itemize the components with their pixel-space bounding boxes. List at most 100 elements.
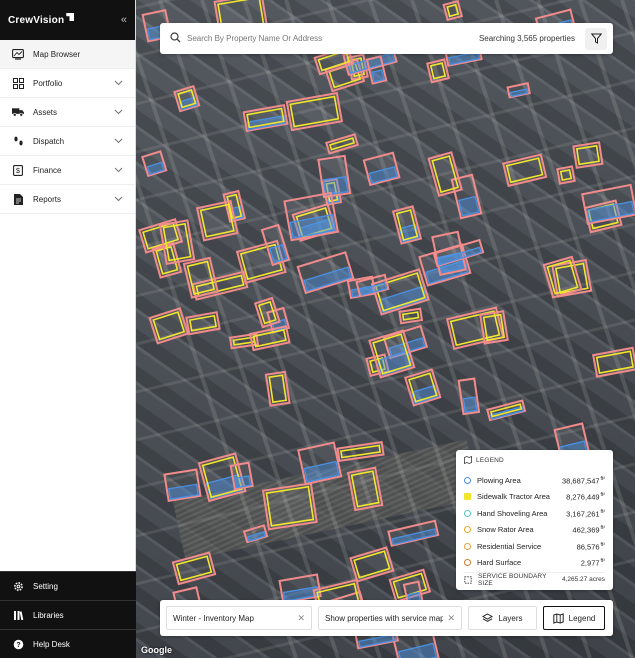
gear-icon <box>12 580 24 592</box>
sidebar: CrewVision « Map Browser Portfolio Asset… <box>0 0 136 658</box>
legend-swatch <box>464 493 471 501</box>
property-parcel[interactable] <box>163 468 202 503</box>
chevron-down-icon[interactable] <box>113 165 123 175</box>
svg-text:?: ? <box>16 642 20 649</box>
search-icon <box>170 32 181 45</box>
property-parcel[interactable] <box>242 524 269 544</box>
legend-item-value: 2,977ft² <box>580 558 605 568</box>
filter-icon <box>590 33 602 44</box>
property-parcel[interactable] <box>479 310 509 345</box>
search-input[interactable] <box>187 34 479 43</box>
property-parcel[interactable] <box>242 103 289 133</box>
sidebar-item-map-browser[interactable]: Map Browser <box>0 40 135 69</box>
property-parcel[interactable] <box>580 183 635 225</box>
legend-button[interactable]: Legend <box>543 606 605 630</box>
property-parcel[interactable] <box>391 205 423 245</box>
sidebar-item-portfolio[interactable]: Portfolio <box>0 69 135 98</box>
legend-title: LEGEND <box>476 456 504 464</box>
sidebar-bottom-nav: Setting Libraries ? Help Desk <box>0 571 136 658</box>
sidebar-item-dispatch[interactable]: Dispatch <box>0 127 135 156</box>
property-parcel[interactable] <box>398 307 424 325</box>
property-parcel[interactable] <box>253 296 281 329</box>
sidebar-item-help-desk[interactable]: ? Help Desk <box>0 629 136 658</box>
sidebar-item-libraries[interactable]: Libraries <box>0 600 136 629</box>
legend-footer-value: 4,265.27 acres <box>561 576 605 583</box>
property-parcel[interactable] <box>173 85 201 113</box>
legend-item: Sidewalk Tractor Area 8,276,449ft² <box>464 489 605 506</box>
legend-header: LEGEND <box>464 456 605 464</box>
boundary-icon <box>464 575 472 584</box>
service-filter-value: Show properties with service map <box>325 613 444 623</box>
property-parcel[interactable] <box>229 461 254 491</box>
property-parcel[interactable] <box>592 346 635 378</box>
legend-item: Residential Service 86,576ft² <box>464 538 605 555</box>
property-parcel[interactable] <box>248 325 291 352</box>
property-parcel[interactable] <box>349 546 395 583</box>
map-browser-icon <box>12 48 24 60</box>
property-parcel[interactable] <box>317 154 352 199</box>
property-parcel[interactable] <box>362 151 401 187</box>
clear-filter-icon[interactable]: ✕ <box>447 613 455 624</box>
property-parcel[interactable] <box>264 370 291 407</box>
chevron-down-icon[interactable] <box>113 107 123 117</box>
chevron-down-icon[interactable] <box>113 194 123 204</box>
property-parcel[interactable] <box>296 251 355 295</box>
sidebar-item-finance[interactable]: $ Finance <box>0 156 135 185</box>
clear-map-icon[interactable]: ✕ <box>297 613 305 624</box>
collapse-sidebar-icon[interactable]: « <box>121 14 127 26</box>
legend-item-value: 38,687,547ft² <box>562 475 605 486</box>
legend-item-value: 3,167,261ft² <box>566 508 605 519</box>
legend-item-label: Hard Surface <box>477 558 522 568</box>
legend-list: Plowing Area 38,687,547ft² Sidewalk Tracto… <box>464 472 605 571</box>
report-icon <box>12 193 24 205</box>
sidebar-item-assets[interactable]: Assets <box>0 98 135 127</box>
sidebar-item-setting[interactable]: Setting <box>0 571 136 600</box>
property-parcel[interactable] <box>442 0 464 22</box>
legend-item-value: 86,576ft² <box>576 541 605 552</box>
property-parcel[interactable] <box>556 165 576 185</box>
layers-button[interactable]: Layers <box>468 606 537 630</box>
sidebar-item-label: Setting <box>33 581 58 591</box>
property-parcel[interactable] <box>426 58 450 84</box>
property-parcel[interactable] <box>182 256 219 299</box>
legend-footer-label: SERVICE BOUNDARY SIZE <box>478 572 547 587</box>
legend-swatch <box>464 476 471 484</box>
map-select-value: Winter - Inventory Map <box>173 613 254 623</box>
property-parcel[interactable] <box>148 307 190 345</box>
legend-item-label: Hand Shoveling Area <box>477 508 548 518</box>
property-parcel[interactable] <box>387 519 440 547</box>
filter-button[interactable] <box>585 27 607 50</box>
property-parcel[interactable] <box>185 311 221 336</box>
sidebar-item-label: Portfolio <box>33 78 63 88</box>
legend-item: Plowing Area 38,687,547ft² <box>464 472 605 489</box>
sidebar-item-label: Libraries <box>33 610 64 620</box>
legend-swatch <box>464 559 471 567</box>
layers-icon <box>482 612 494 622</box>
chevron-down-icon[interactable] <box>113 136 123 146</box>
sidebar-item-reports[interactable]: Reports <box>0 185 135 214</box>
map-select[interactable]: Winter - Inventory Map ✕ <box>166 606 312 630</box>
legend-item: Hand Shoveling Area 3,167,261ft² <box>464 505 605 522</box>
google-attribution: Google <box>141 645 172 655</box>
property-parcel[interactable] <box>261 482 318 531</box>
property-parcel[interactable] <box>171 551 217 586</box>
legend-item-value: 462,369ft² <box>572 525 605 535</box>
brand-mark-icon <box>66 13 75 21</box>
brand-header: CrewVision « <box>0 0 135 40</box>
property-parcel[interactable] <box>457 377 481 416</box>
property-parcel[interactable] <box>346 466 384 512</box>
legend-item-label: Plowing Area <box>477 475 521 485</box>
property-parcel[interactable] <box>297 441 343 486</box>
property-parcel[interactable] <box>283 191 340 242</box>
property-parcel[interactable] <box>285 91 344 132</box>
service-filter[interactable]: Show properties with service map ✕ <box>318 606 462 630</box>
property-parcel[interactable] <box>195 199 239 242</box>
svg-text:$: $ <box>16 168 20 175</box>
chevron-down-icon[interactable] <box>113 78 123 88</box>
property-parcel[interactable] <box>336 440 385 463</box>
property-parcel[interactable] <box>158 219 196 266</box>
legend-swatch <box>464 542 471 550</box>
property-parcel[interactable] <box>141 150 168 178</box>
legend-swatch <box>464 509 471 517</box>
property-parcel[interactable] <box>572 141 604 169</box>
